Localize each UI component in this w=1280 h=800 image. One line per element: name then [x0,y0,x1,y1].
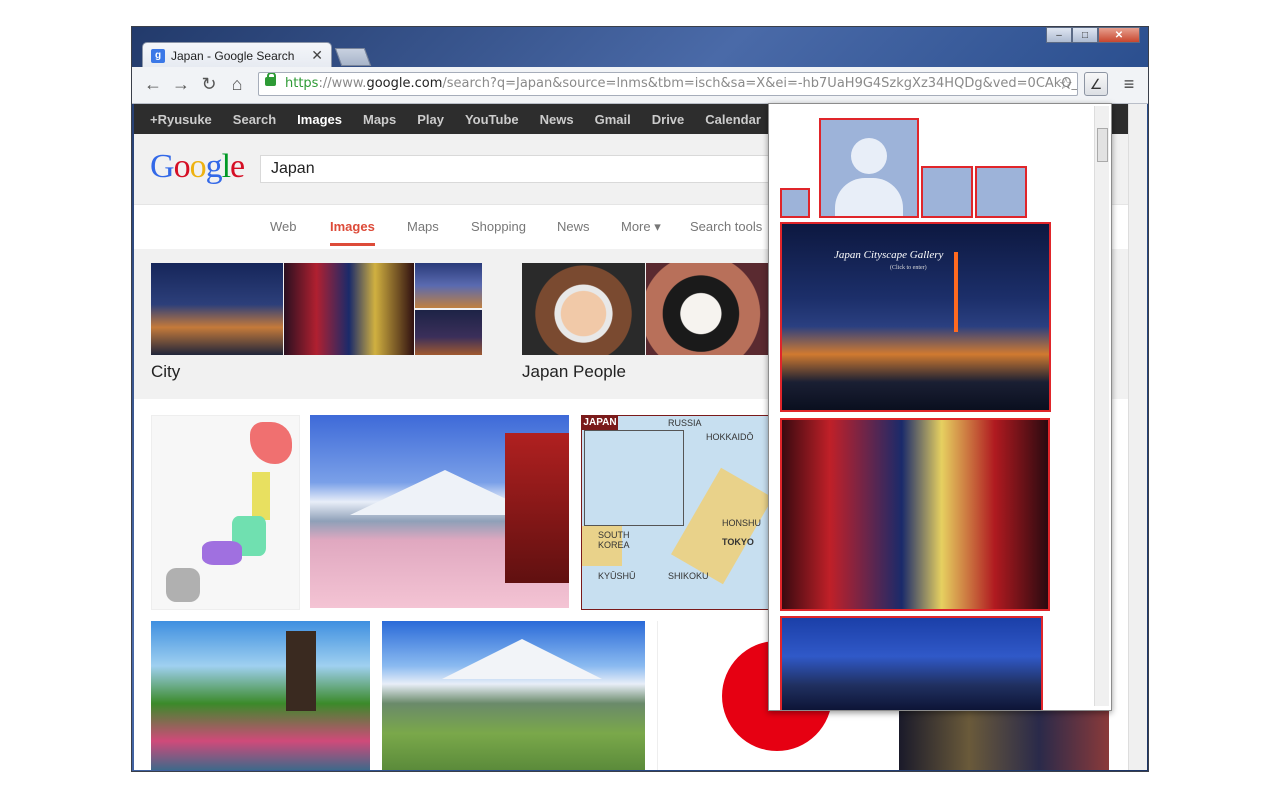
url-domain: google.com [366,76,443,91]
browser-toolbar: ← → ↻ ⌂ https://www.google.com/search?q=… [132,67,1148,104]
avatar-medium-icon[interactable] [921,166,973,218]
popup-image-cityscape-gallery[interactable]: Japan Cityscape Gallery (Click to enter) [780,222,1051,412]
url-scheme: https [285,76,319,91]
gallery-subtitle: (Click to enter) [890,265,927,271]
gbar-item-gmail[interactable]: Gmail [595,112,631,127]
tab-shopping[interactable]: Shopping [471,219,526,234]
url-separator: ://www. [318,76,367,91]
group-label-japan-people[interactable]: Japan People [522,362,626,382]
popup-scrollbar-thumb[interactable] [1097,128,1108,162]
tab-close-icon[interactable]: ✕ [311,47,323,64]
bookmark-star-icon[interactable]: ☆ [1059,73,1073,95]
close-window-button[interactable]: ✕ [1098,27,1140,43]
map-label-south-korea: SOUTH KOREA [598,530,630,550]
people-image-1[interactable] [522,263,645,355]
new-tab-button[interactable] [334,48,372,66]
group-label-city[interactable]: City [151,362,180,382]
window-controls: – □ ✕ [1046,27,1140,43]
gbar-item-ryusuke[interactable]: +Ryusuke [150,112,212,127]
tab-title: Japan - Google Search [171,48,295,63]
minimize-button[interactable]: – [1046,27,1072,43]
google-logo[interactable]: Google [150,148,245,186]
popup-image-night-buildings[interactable] [780,616,1043,710]
tab-more[interactable]: More ▾ [621,219,661,235]
extension-popup: Japan Cityscape Gallery (Click to enter) [768,103,1112,711]
gbar-item-search[interactable]: Search [233,112,276,127]
reload-icon[interactable]: ↻ [198,73,220,95]
lock-icon [265,73,276,86]
avatar-small-icon[interactable] [780,188,810,218]
avatar-large-icon[interactable] [819,118,919,218]
result-mount-fuji-pagoda[interactable] [310,415,569,608]
map-label-kyushu: KYŪSHŪ [598,571,636,581]
page-scrollbar[interactable] [1128,104,1147,770]
map-label-russia: RUSSIA [668,418,702,428]
popup-image-neon-street[interactable] [780,418,1050,611]
map-label-shikoku: SHIKOKU [668,571,709,581]
gallery-title: Japan Cityscape Gallery [834,249,944,261]
tab-search-tools[interactable]: Search tools [690,219,762,234]
map-label-tokyo: TOKYO [722,537,754,547]
google-favicon-icon: g [151,48,165,63]
city-image-1[interactable] [151,263,283,355]
gbar-item-youtube[interactable]: YouTube [465,112,519,127]
gbar-item-calendar[interactable]: Calendar [705,112,761,127]
tab-images[interactable]: Images [330,219,375,246]
chrome-menu-icon[interactable]: ≡ [1118,73,1140,95]
tab-maps[interactable]: Maps [407,219,439,234]
gbar-item-drive[interactable]: Drive [652,112,685,127]
forward-icon[interactable]: → [170,73,192,95]
city-image-2[interactable] [284,263,414,355]
city-image-4[interactable] [415,310,482,355]
map-label-hokkaido: HOKKAIDŌ [706,432,754,442]
gbar-item-maps[interactable]: Maps [363,112,396,127]
gbar-item-images[interactable]: Images [297,112,342,127]
back-icon[interactable]: ← [142,73,164,95]
address-bar[interactable]: https://www.google.com/search?q=Japan&so… [258,72,1078,96]
tab-news[interactable]: News [557,219,590,234]
map-label-honshu: HONSHU [722,518,762,528]
avatar-medium-2-icon[interactable] [975,166,1027,218]
result-japan-region-map[interactable]: JAPAN RUSSIA HOKKAIDŌ TOKYO HONSHU SHIKO… [581,415,773,610]
gbar-item-play[interactable]: Play [417,112,444,127]
result-japan-prefecture-map[interactable] [151,415,300,610]
city-image-3[interactable] [415,263,482,308]
result-city-night[interactable] [899,704,1109,770]
tab-web[interactable]: Web [270,219,297,234]
result-pagoda-garden[interactable] [151,621,370,770]
maximize-button[interactable]: □ [1072,27,1098,43]
map-title: JAPAN [582,416,618,430]
url-path: /search?q=Japan&source=lnms&tbm=isch&sa=… [442,76,1078,91]
gbar-item-news[interactable]: News [540,112,574,127]
result-fuji-tea-fields[interactable] [382,621,645,770]
people-image-2[interactable] [646,263,768,355]
home-icon[interactable]: ⌂ [226,73,248,95]
popup-scrollbar[interactable] [1094,106,1109,706]
search-input[interactable]: Japan [260,155,800,183]
extension-button[interactable]: ∠ [1084,72,1108,96]
browser-tab[interactable]: g Japan - Google Search ✕ [142,42,332,68]
